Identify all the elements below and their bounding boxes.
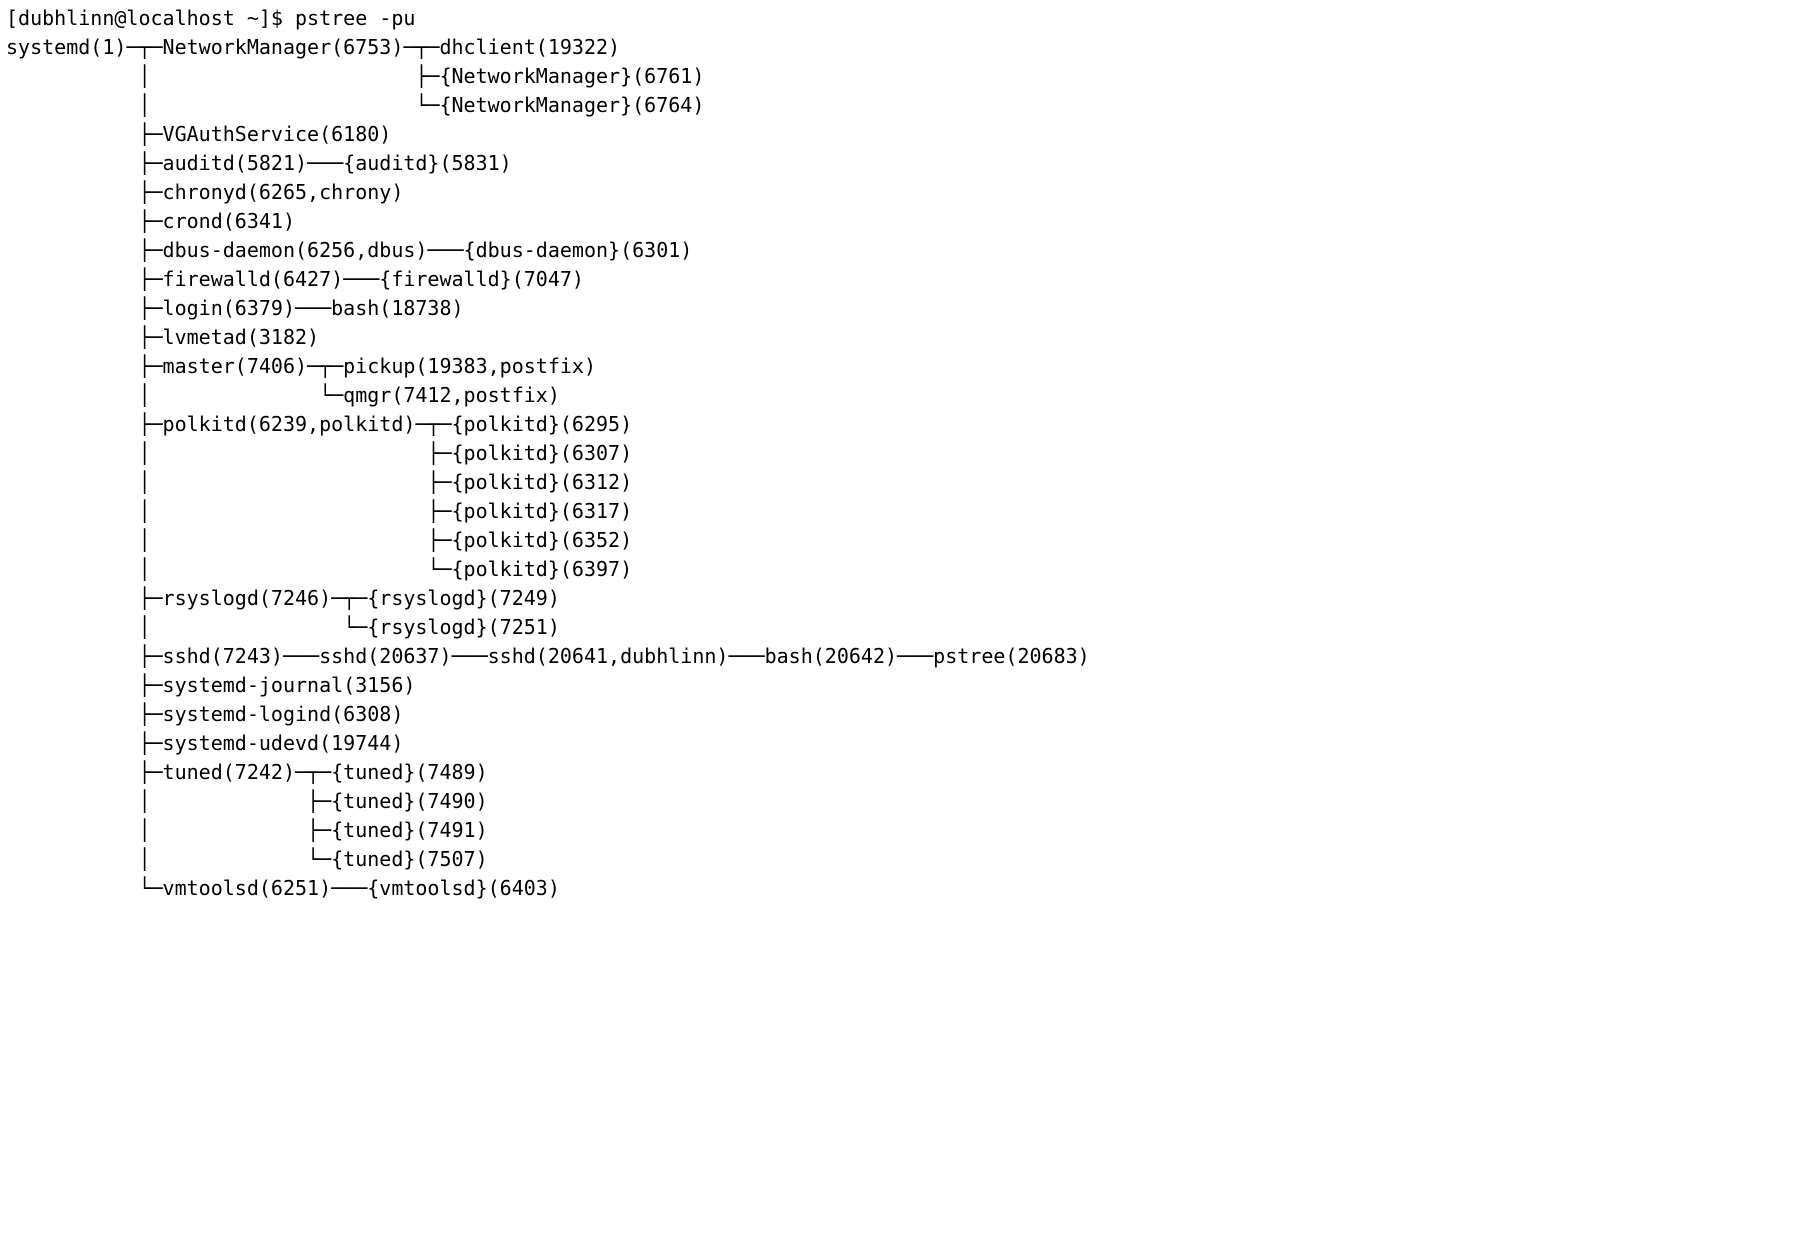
pstree-line: │ ├─{polkitd}(6352): [6, 528, 632, 552]
pstree-line: ├─systemd-udevd(19744): [6, 731, 403, 755]
shell-command: pstree -pu: [295, 6, 415, 30]
pstree-line: │ ├─{NetworkManager}(6761): [6, 64, 704, 88]
pstree-line: │ ├─{tuned}(7491): [6, 818, 488, 842]
pstree-line: │ ├─{polkitd}(6312): [6, 470, 632, 494]
terminal-output: [dubhlinn@localhost ~]$ pstree -pu syste…: [0, 0, 1818, 907]
shell-prompt: [dubhlinn@localhost ~]$: [6, 6, 295, 30]
pstree-line: │ └─{polkitd}(6397): [6, 557, 632, 581]
pstree-line: │ ├─{polkitd}(6317): [6, 499, 632, 523]
pstree-line: │ └─{tuned}(7507): [6, 847, 488, 871]
pstree-line: └─vmtoolsd(6251)───{vmtoolsd}(6403): [6, 876, 560, 900]
pstree-line: ├─auditd(5821)───{auditd}(5831): [6, 151, 512, 175]
pstree-line: ├─master(7406)─┬─pickup(19383,postfix): [6, 354, 596, 378]
pstree-line: │ └─{rsyslogd}(7251): [6, 615, 560, 639]
pstree-line: │ └─{NetworkManager}(6764): [6, 93, 704, 117]
pstree-line: │ └─qmgr(7412,postfix): [6, 383, 560, 407]
pstree-line: ├─firewalld(6427)───{firewalld}(7047): [6, 267, 584, 291]
pstree-line: │ ├─{polkitd}(6307): [6, 441, 632, 465]
pstree-line: ├─sshd(7243)───sshd(20637)───sshd(20641,…: [6, 644, 1090, 668]
pstree-line: systemd(1)─┬─NetworkManager(6753)─┬─dhcl…: [6, 35, 620, 59]
pstree-line: ├─polkitd(6239,polkitd)─┬─{polkitd}(6295…: [6, 412, 632, 436]
pstree-line: │ ├─{tuned}(7490): [6, 789, 488, 813]
pstree-line: ├─systemd-logind(6308): [6, 702, 403, 726]
pstree-line: ├─lvmetad(3182): [6, 325, 319, 349]
pstree-line: ├─crond(6341): [6, 209, 295, 233]
pstree-line: ├─systemd-journal(3156): [6, 673, 415, 697]
pstree-line: ├─dbus-daemon(6256,dbus)───{dbus-daemon}…: [6, 238, 692, 262]
pstree-line: ├─chronyd(6265,chrony): [6, 180, 403, 204]
pstree-line: ├─tuned(7242)─┬─{tuned}(7489): [6, 760, 488, 784]
pstree-line: ├─login(6379)───bash(18738): [6, 296, 464, 320]
pstree-line: ├─VGAuthService(6180): [6, 122, 391, 146]
pstree-line: ├─rsyslogd(7246)─┬─{rsyslogd}(7249): [6, 586, 560, 610]
